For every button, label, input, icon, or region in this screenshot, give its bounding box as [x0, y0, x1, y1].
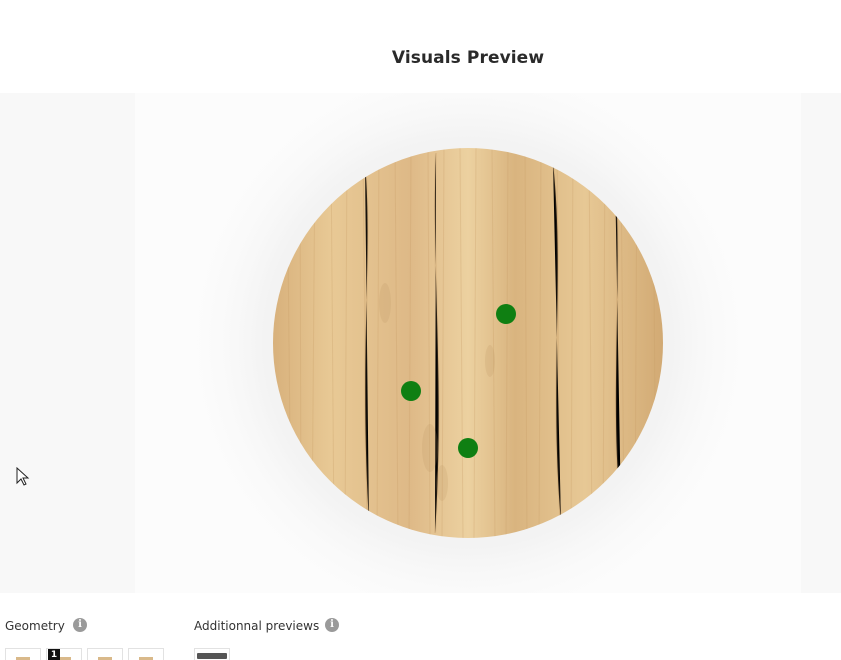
tabletop[interactable] [273, 148, 663, 538]
visuals-preview-page: Visuals Preview Geometry i 1 Additionnal… [0, 0, 841, 660]
additional-previews-label: Additionnal previews [194, 619, 320, 633]
geometry-thumb[interactable] [5, 648, 41, 660]
info-icon[interactable]: i [73, 618, 87, 632]
geometry-thumb[interactable] [128, 648, 164, 660]
selected-geometry-badge: 1 [48, 649, 60, 660]
marker-point[interactable] [401, 381, 421, 401]
mouse-cursor-icon [16, 467, 30, 486]
geometry-thumb[interactable] [87, 648, 123, 660]
marker-point[interactable] [458, 438, 478, 458]
bottom-controls: Geometry i 1 Additionnal previews i [0, 610, 841, 660]
additional-preview-thumb[interactable] [194, 648, 230, 660]
marker-point[interactable] [496, 304, 516, 324]
preview-stage[interactable] [135, 93, 801, 593]
geometry-label: Geometry [5, 619, 65, 633]
wood-tabletop-preview[interactable] [135, 93, 801, 593]
page-title: Visuals Preview [391, 48, 545, 68]
info-icon[interactable]: i [325, 618, 339, 632]
